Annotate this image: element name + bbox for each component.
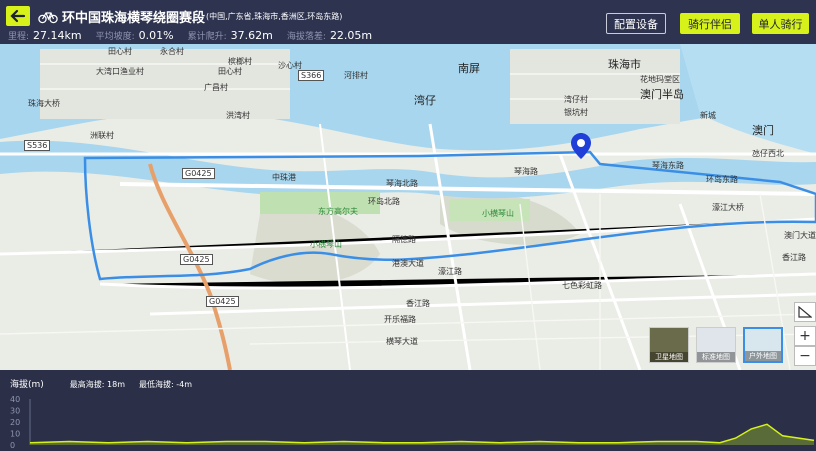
layer-outdoor-button[interactable]: 户外地图 (743, 327, 783, 363)
road-label: 濠江路 (438, 267, 462, 276)
road-label: 琴海东路 (652, 161, 684, 170)
place-label: 银坑村 (564, 108, 588, 117)
place-label: 珠海大桥 (28, 99, 60, 108)
road-label: 中珠港 (272, 173, 296, 182)
top-bar: 环中国珠海横琴绕圈赛段 (中国,广东省,珠海市,香洲区,环岛东路) 里程: 27… (0, 0, 816, 44)
park-label: 东方高尔夫 (318, 207, 358, 216)
park-label: 小横琴山 (482, 209, 514, 218)
y-tick-label: 0 (10, 441, 15, 449)
configure-device-button[interactable]: 配置设备 (606, 13, 666, 34)
place-label: 珠海市 (608, 58, 641, 71)
road-label: 横琴大道 (386, 337, 418, 346)
arrow-left-icon (10, 9, 26, 23)
place-label: 湾仔村 (564, 95, 588, 104)
route-location: (中国,广东省,珠海市,香洲区,环岛东路) (206, 12, 343, 21)
route-map[interactable]: 田心村 永合村 大湾口渔业村 田心村 广昌村 槟榔村 沙心村 河排村 洪湾村 珠… (0, 44, 816, 370)
y-tick-label: 30 (10, 407, 20, 416)
total-climb-label: 累计爬升: (187, 32, 227, 42)
place-label: 澳门 (752, 124, 774, 137)
highway-shield: G0425 (206, 296, 239, 307)
highway-shield: G0425 (182, 168, 215, 179)
location-pin-icon[interactable] (571, 133, 591, 159)
place-label: 花地玛堂区 (640, 75, 680, 84)
elevation-diff-label: 海拔落差: (286, 32, 326, 42)
road-label: 香江路 (406, 299, 430, 308)
road-label: 隔德路 (392, 235, 416, 244)
place-label: 南屏 (458, 62, 480, 75)
road-label: 琴海路 (514, 167, 538, 176)
road-label: 澳门大道 (784, 231, 816, 240)
road-label: 七色彩虹路 (562, 281, 602, 290)
road-label: 开乐福路 (384, 315, 416, 324)
ride-partner-button[interactable]: 骑行伴侣 (680, 13, 740, 34)
y-tick-label: 40 (10, 395, 20, 404)
place-label: 田心村 (108, 47, 132, 56)
max-elevation: 最高海拔: 18m (69, 380, 126, 389)
elevation-header: 海拔(m) 最高海拔: 18m 最低海拔: -4m (10, 377, 206, 390)
zoom-in-button[interactable]: + (794, 326, 816, 346)
place-label: 槟榔村 (228, 57, 252, 66)
distance-value: 27.14km (33, 29, 82, 42)
layer-label: 卫星地图 (650, 352, 688, 362)
road-label: 环岛东路 (706, 175, 738, 184)
bicycle-icon (38, 11, 58, 23)
min-elevation: 最低海拔: -4m (139, 380, 193, 389)
route-title-row: 环中国珠海横琴绕圈赛段 (中国,广东省,珠海市,香洲区,环岛东路) (38, 7, 342, 26)
measure-icon[interactable] (794, 302, 816, 322)
layer-standard-button[interactable]: 标准地图 (696, 327, 736, 363)
place-label: 湾仔 (414, 94, 436, 107)
layer-label: 标准地图 (697, 352, 735, 362)
road-label: 港澳大道 (392, 259, 424, 268)
layer-label: 户外地图 (745, 351, 781, 361)
avg-grade-value: 0.01% (138, 29, 174, 42)
layer-satellite-button[interactable]: 卫星地图 (649, 327, 689, 363)
elevation-line (29, 423, 815, 444)
place-label: 永合村 (160, 47, 184, 56)
road-label: 环岛北路 (368, 197, 400, 206)
highway-shield: S366 (298, 70, 325, 81)
place-label: 洲联村 (90, 131, 114, 140)
highway-shield: G0425 (180, 254, 213, 265)
park-label: 小横琴山 (310, 240, 342, 249)
place-label: 洪湾村 (226, 111, 250, 120)
highway-shield: S536 (24, 140, 51, 151)
y-tick-label: 20 (10, 418, 20, 427)
elevation-panel: 海拔(m) 最高海拔: 18m 最低海拔: -4m 0 10 20 30 40 (0, 370, 816, 451)
place-label: 田心村 (218, 67, 242, 76)
route-title: 环中国珠海横琴绕圈赛段 (62, 11, 206, 26)
place-label: 大湾口渔业村 (96, 67, 144, 76)
y-tick-label: 10 (10, 430, 20, 439)
zoom-out-button[interactable]: − (794, 346, 816, 366)
place-label: 广昌村 (204, 83, 228, 92)
place-label: 氹仔西北 (752, 149, 784, 158)
distance-label: 里程: (8, 32, 30, 42)
elevation-diff-value: 22.05m (329, 29, 373, 42)
road-label: 琴海北路 (386, 179, 418, 188)
elevation-chart[interactable]: 0 10 20 30 40 (0, 395, 816, 449)
back-button[interactable] (6, 6, 30, 26)
app-window: 环中国珠海横琴绕圈赛段 (中国,广东省,珠海市,香洲区,环岛东路) 里程: 27… (0, 0, 816, 451)
solo-ride-button[interactable]: 单人骑行 (752, 13, 809, 34)
place-label: 澳门半岛 (640, 88, 684, 101)
place-label: 新城 (700, 111, 716, 120)
elevation-title: 海拔(m) (10, 380, 44, 390)
avg-grade-label: 平均坡度: (95, 32, 135, 42)
total-climb-value: 37.62m (230, 29, 273, 42)
road-label: 香江路 (782, 253, 806, 262)
road-label: 濠江大桥 (712, 203, 744, 212)
place-label: 河排村 (344, 71, 368, 80)
route-stats: 里程: 27.14km 平均坡度: 0.01% 累计爬升: 37.62m 海拔落… (8, 29, 386, 42)
